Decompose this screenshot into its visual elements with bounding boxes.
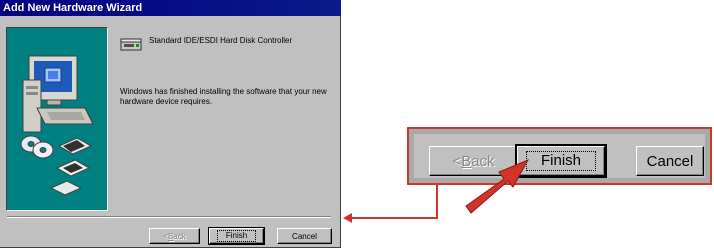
- connector-arrowhead-icon: [343, 213, 352, 223]
- pointer-arrow-icon: [465, 158, 530, 214]
- callout-overlay: [343, 158, 530, 223]
- callout-connector-line: [350, 185, 438, 219]
